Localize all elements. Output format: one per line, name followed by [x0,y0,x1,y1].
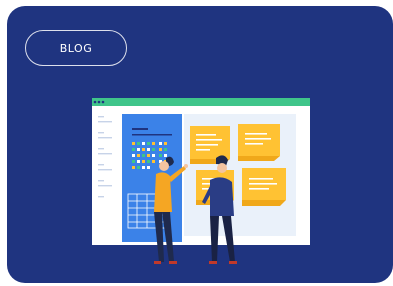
blog-button[interactable]: BLOG [25,30,127,66]
blog-card: BLOG [7,6,393,283]
sticky-note [242,168,286,206]
team-planning-illustration [92,98,310,264]
window-dot-icon [101,100,105,104]
window-dot-icon [93,100,97,104]
browser-title-bar [92,98,310,106]
sticky-note [238,124,280,161]
window-dot-icon [97,100,101,104]
